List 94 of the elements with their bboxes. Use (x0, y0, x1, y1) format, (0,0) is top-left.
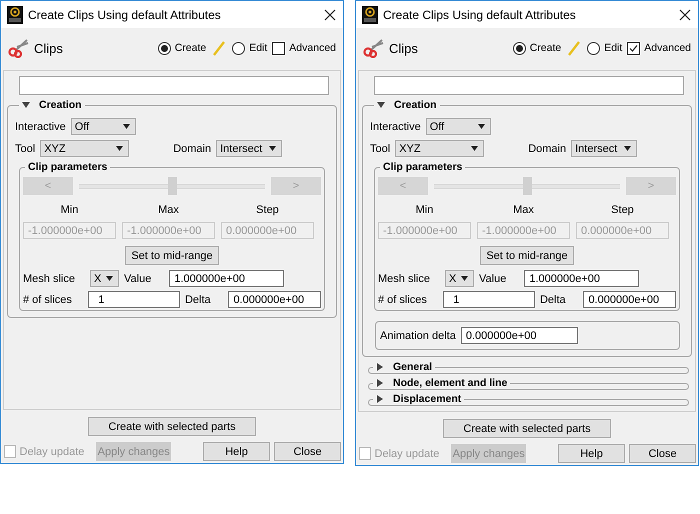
disclosure-triangle-icon[interactable] (377, 101, 385, 109)
radio-label: Create (530, 42, 562, 54)
field-label: Min (416, 204, 434, 216)
disclosure-triangle-icon[interactable] (376, 363, 384, 371)
dialog-button[interactable]: Help (203, 442, 270, 461)
disclosure-triangle-icon[interactable] (376, 379, 384, 387)
window-title: Create Clips Using default Attributes (28, 8, 222, 22)
dropdown-arrow-icon (624, 146, 632, 151)
field-label: Min (60, 204, 78, 216)
field-label: Animation delta (380, 330, 456, 342)
text-field[interactable]: 1 (88, 291, 180, 308)
field-label: Max (513, 204, 534, 216)
radio-label: Create (174, 42, 206, 54)
dropdown[interactable]: Intersect (216, 140, 282, 157)
dialog-button[interactable]: Help (558, 444, 625, 463)
create-button[interactable]: Create with selected parts (443, 419, 611, 438)
close-icon[interactable] (678, 8, 692, 22)
mid-range-button[interactable]: Set to mid-range (125, 246, 219, 265)
text-field[interactable]: 1.000000e+00 (169, 270, 284, 287)
field-label: Step (256, 204, 279, 216)
field-label: # of slices (378, 294, 428, 306)
field-label: Tool (370, 142, 390, 154)
scissors-icon (363, 38, 385, 58)
dropdown-arrow-icon (478, 124, 485, 129)
checkbox-label: Advanced (289, 42, 336, 54)
pencil-icon (212, 40, 226, 56)
dropdown[interactable]: Intersect (571, 140, 638, 157)
field-label: Step (611, 204, 634, 216)
section-title[interactable]: General (393, 361, 432, 373)
field-label: Mesh slice (378, 272, 431, 284)
disclosure-triangle-icon[interactable] (376, 395, 384, 403)
mid-range-button[interactable]: Set to mid-range (480, 246, 574, 265)
field-label: # of slices (23, 294, 73, 306)
field-label: Tool (15, 142, 36, 154)
field-label: Delta (540, 294, 566, 306)
dropdown-arrow-icon (269, 146, 276, 151)
disclosure-triangle-icon[interactable] (22, 101, 30, 109)
dialog-button[interactable]: Close (274, 442, 341, 461)
text-field[interactable]: 0.000000e+00 (228, 291, 322, 308)
radio-button[interactable] (512, 42, 526, 54)
dropdown[interactable]: XYZ (395, 140, 484, 157)
text-field[interactable]: 1.000000e+00 (524, 270, 640, 287)
dropdown-arrow-icon (461, 276, 468, 281)
radio-label: Edit (604, 42, 622, 54)
text-field[interactable]: 0.000000e+00 (460, 327, 578, 344)
section-title[interactable]: Node, element and line (393, 377, 508, 389)
pencil-icon (567, 40, 582, 56)
checkbox[interactable] (272, 42, 286, 54)
scissors-icon (8, 38, 30, 58)
window-title: Create Clips Using default Attributes (383, 8, 577, 22)
app-logo-icon (362, 6, 378, 24)
checkbox-label: Delay update (20, 446, 86, 458)
checkbox[interactable] (627, 42, 640, 54)
checkbox-label: Advanced (644, 42, 691, 54)
create-button[interactable]: Create with selected parts (88, 417, 256, 436)
field-label: Domain (528, 142, 566, 154)
field-label: Value (124, 272, 152, 284)
slider-thumb[interactable] (523, 177, 532, 195)
app-logo-icon (7, 6, 23, 24)
radio-button[interactable] (158, 42, 171, 54)
dialog-button[interactable]: Close (629, 444, 696, 463)
name-field[interactable] (374, 76, 684, 95)
dropdown[interactable]: Off (70, 118, 136, 135)
dropdown-arrow-icon (471, 146, 478, 151)
field-label: Delta (184, 294, 211, 306)
dropdown[interactable]: XYZ (40, 140, 130, 157)
dropdown-arrow-icon (122, 124, 130, 129)
section-title: Clip parameters (28, 161, 108, 173)
dropdown-arrow-icon (106, 276, 113, 281)
radio-label: Edit (249, 42, 268, 54)
dropdown[interactable]: X (445, 270, 474, 287)
field-label: Domain (173, 142, 212, 154)
text-field[interactable]: 0.000000e+00 (583, 291, 676, 308)
checkbox-label: Delay update (374, 448, 440, 460)
section-title[interactable]: Displacement (393, 393, 462, 405)
field-label: Interactive (15, 120, 66, 132)
field-label: Interactive (370, 120, 421, 132)
section-title[interactable]: Creation (39, 99, 82, 111)
text-field[interactable]: 1 (443, 291, 535, 308)
name-field[interactable] (19, 76, 329, 95)
field-label: Mesh slice (23, 272, 76, 284)
field-label: Max (158, 204, 179, 216)
dropdown-arrow-icon (116, 146, 124, 151)
tool-name: Clips (34, 40, 64, 56)
section-title: Clip parameters (383, 161, 462, 173)
slider-thumb[interactable] (168, 177, 177, 195)
dropdown[interactable]: X (90, 270, 119, 287)
dropdown[interactable]: Off (426, 118, 491, 135)
radio-button[interactable] (232, 42, 246, 54)
section-title[interactable]: Creation (394, 99, 437, 111)
tool-name: Clips (389, 40, 419, 56)
close-icon[interactable] (323, 8, 337, 22)
field-label: Value (479, 272, 506, 284)
radio-button[interactable] (587, 42, 600, 54)
